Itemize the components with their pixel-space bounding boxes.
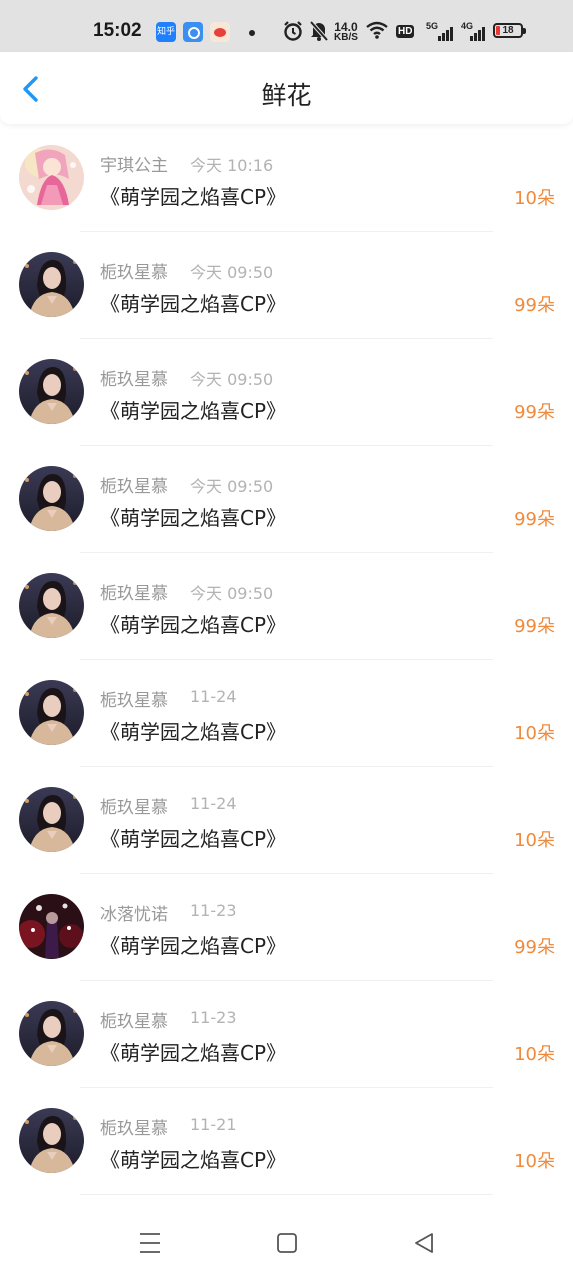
sender-name[interactable]: 栀玖星慕	[100, 472, 168, 497]
battery-icon: 18	[493, 23, 526, 38]
send-time: 今天 09:50	[190, 370, 274, 389]
flower-amount: 10朵	[514, 1151, 555, 1172]
flower-amount: 99朵	[514, 509, 555, 530]
sender-name[interactable]: 栀玖星慕	[100, 1114, 168, 1139]
signal-icon	[470, 27, 485, 41]
battery-text: 18	[502, 25, 514, 36]
work-title: 《萌学园之焰喜CP》	[100, 1148, 287, 1172]
work-title: 《萌学园之焰喜CP》	[100, 613, 287, 637]
list-item[interactable]: 栀玖星慕 11-21 《萌学园之焰喜CP》 10朵	[0, 1088, 573, 1195]
avatar[interactable]	[19, 1108, 84, 1173]
flower-amount: 10朵	[514, 1044, 555, 1065]
sender-name[interactable]: 栀玖星慕	[100, 365, 168, 390]
list-item[interactable]: 栀玖星慕 11-23 《萌学园之焰喜CP》 10朵	[0, 981, 573, 1088]
flower-amount: 10朵	[514, 723, 555, 744]
system-nav-bar	[0, 1205, 573, 1280]
list-item[interactable]: 宇琪公主 今天 10:16 《萌学园之焰喜CP》 10朵	[0, 125, 573, 232]
work-title: 《萌学园之焰喜CP》	[100, 506, 287, 530]
work-title: 《萌学园之焰喜CP》	[100, 720, 287, 744]
sender-name[interactable]: 栀玖星慕	[100, 793, 168, 818]
signal-icon	[438, 27, 453, 41]
list-item[interactable]: 栀玖星慕 11-24 《萌学园之焰喜CP》 10朵	[0, 767, 573, 874]
mute-icon	[309, 20, 329, 42]
send-time: 今天 09:50	[190, 477, 274, 496]
back-triangle-icon[interactable]	[413, 1231, 435, 1255]
send-time: 11-24	[190, 794, 237, 813]
hd-badge: HD	[396, 25, 415, 38]
flower-amount: 99朵	[514, 295, 555, 316]
net-speed-unit: KB/S	[334, 32, 358, 43]
work-title: 《萌学园之焰喜CP》	[100, 934, 287, 958]
weibo-icon	[210, 22, 230, 42]
wifi-icon	[366, 21, 388, 39]
net-speed: 14.0 KB/S	[334, 21, 358, 43]
list-item[interactable]: 栀玖星慕 今天 09:50 《萌学园之焰喜CP》 99朵	[0, 232, 573, 339]
qq-browser-icon	[183, 22, 203, 42]
sender-name[interactable]: 冰落忧诺	[100, 900, 168, 925]
list-item[interactable]: 栀玖星慕 今天 09:50 《萌学园之焰喜CP》 99朵	[0, 339, 573, 446]
nav-header: 鲜花	[0, 52, 573, 124]
work-title: 《萌学园之焰喜CP》	[100, 1041, 287, 1065]
list-item[interactable]: 冰落忧诺 11-23 《萌学园之焰喜CP》 99朵	[0, 874, 573, 981]
list-item[interactable]: 栀玖星慕 今天 09:50 《萌学园之焰喜CP》 99朵	[0, 553, 573, 660]
flower-amount: 10朵	[514, 188, 555, 209]
send-time: 11-24	[190, 687, 237, 706]
work-title: 《萌学园之焰喜CP》	[100, 185, 287, 209]
flower-record-list: 宇琪公主 今天 10:16 《萌学园之焰喜CP》 10朵 栀玖星慕 今天 09:50 《萌学…	[0, 125, 573, 1195]
send-time: 今天 09:50	[190, 263, 274, 282]
page-title: 鲜花	[261, 81, 312, 110]
sender-name[interactable]: 栀玖星慕	[100, 686, 168, 711]
flower-amount: 99朵	[514, 937, 555, 958]
avatar[interactable]	[19, 787, 84, 852]
send-time: 11-23	[190, 1008, 237, 1027]
work-title: 《萌学园之焰喜CP》	[100, 399, 287, 423]
network-5g: 5G	[426, 21, 439, 31]
work-title: 《萌学园之焰喜CP》	[100, 292, 287, 316]
sender-name[interactable]: 栀玖星慕	[100, 258, 168, 283]
flower-amount: 99朵	[514, 402, 555, 423]
list-item[interactable]: 栀玖星慕 今天 09:50 《萌学园之焰喜CP》 99朵	[0, 446, 573, 553]
home-square-icon[interactable]	[276, 1231, 298, 1255]
status-bar: 15:02 知乎 14.0 KB/S HD 5G 4G 18	[0, 0, 573, 52]
sender-name[interactable]: 栀玖星慕	[100, 579, 168, 604]
avatar[interactable]	[19, 145, 84, 210]
work-title: 《萌学园之焰喜CP》	[100, 827, 287, 851]
list-item[interactable]: 栀玖星慕 11-24 《萌学园之焰喜CP》 10朵	[0, 660, 573, 767]
avatar[interactable]	[19, 359, 84, 424]
send-time: 11-21	[190, 1115, 237, 1134]
avatar[interactable]	[19, 1001, 84, 1066]
alarm-icon	[284, 21, 302, 41]
avatar[interactable]	[19, 894, 84, 959]
flower-amount: 10朵	[514, 830, 555, 851]
zhihu-icon: 知乎	[156, 22, 176, 42]
flower-amount: 99朵	[514, 616, 555, 637]
avatar[interactable]	[19, 680, 84, 745]
send-time: 今天 09:50	[190, 584, 274, 603]
status-time: 15:02	[93, 20, 142, 41]
sender-name[interactable]: 宇琪公主	[100, 151, 168, 176]
avatar[interactable]	[19, 466, 84, 531]
sender-name[interactable]: 栀玖星慕	[100, 1007, 168, 1032]
send-time: 今天 10:16	[190, 156, 274, 175]
avatar[interactable]	[19, 573, 84, 638]
avatar[interactable]	[19, 252, 84, 317]
notification-dot	[249, 30, 255, 36]
menu-icon[interactable]	[139, 1231, 161, 1255]
send-time: 11-23	[190, 901, 237, 920]
